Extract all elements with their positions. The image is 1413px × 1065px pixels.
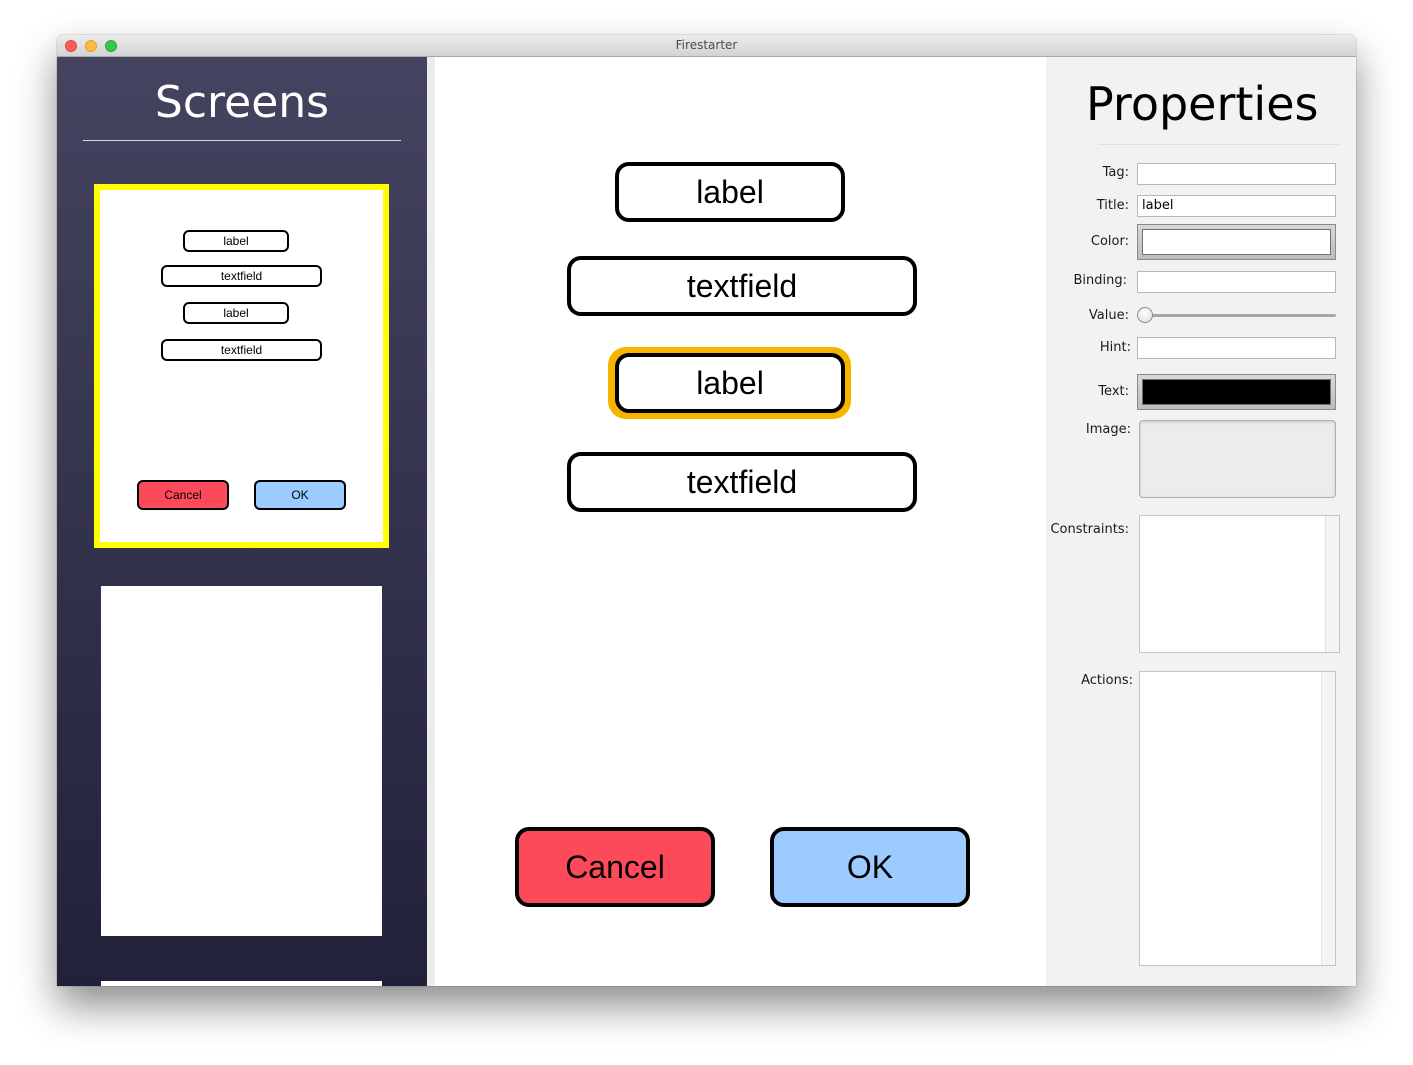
image-well[interactable]	[1139, 420, 1336, 498]
screen-thumbnail[interactable]	[101, 981, 382, 986]
screens-heading: Screens	[154, 77, 330, 128]
thumbnail-label-widget: label	[183, 230, 289, 252]
color-label: Color:	[1090, 234, 1129, 249]
value-slider-track[interactable]	[1139, 314, 1336, 317]
hint-field[interactable]	[1137, 337, 1336, 359]
design-canvas[interactable]: label textfield label textfield Cancel O…	[435, 57, 1046, 986]
screen-thumbnail[interactable]	[101, 586, 382, 936]
value-label: Value:	[1088, 308, 1129, 323]
canvas-label-widget[interactable]: label	[615, 162, 845, 222]
properties-panel: Properties Tag: Title: label Color: Bind…	[1046, 57, 1356, 986]
color-swatch	[1142, 229, 1331, 255]
thumbnail-ok-button: OK	[254, 480, 346, 510]
canvas-ok-button[interactable]: OK	[770, 827, 970, 907]
color-well[interactable]	[1137, 224, 1336, 260]
title-label: Title:	[1096, 198, 1129, 213]
canvas-label-widget-selected[interactable]: label	[615, 353, 845, 413]
text-color-well[interactable]	[1137, 374, 1336, 410]
actions-scrollbar[interactable]	[1321, 672, 1335, 965]
thumbnail-textfield-widget: textfield	[161, 339, 322, 361]
constraints-scrollbar[interactable]	[1325, 516, 1339, 652]
image-label: Image:	[1085, 422, 1131, 437]
tag-field[interactable]	[1137, 163, 1336, 185]
actions-label: Actions:	[1081, 673, 1133, 688]
text-color-label: Text:	[1098, 384, 1129, 399]
properties-heading: Properties	[1086, 77, 1319, 131]
thumbnail-label-widget: label	[183, 302, 289, 324]
tag-label: Tag:	[1102, 165, 1129, 180]
actions-list[interactable]	[1139, 671, 1336, 966]
binding-field[interactable]	[1137, 271, 1336, 293]
canvas-textfield-widget[interactable]: textfield	[567, 452, 917, 512]
split-view-divider[interactable]	[427, 57, 435, 986]
binding-label: Binding:	[1073, 273, 1127, 288]
title-bar: Firestarter	[57, 35, 1356, 57]
constraints-list[interactable]	[1139, 515, 1340, 653]
thumbnail-textfield-widget: textfield	[161, 265, 322, 287]
window-title: Firestarter	[675, 38, 738, 52]
screens-divider	[83, 140, 401, 141]
constraints-label: Constraints:	[1050, 522, 1129, 537]
title-field[interactable]: label	[1137, 195, 1336, 217]
properties-divider	[1098, 144, 1340, 145]
text-color-swatch	[1142, 379, 1331, 405]
screen-thumbnail-selected[interactable]: label textfield label textfield Cancel O…	[94, 184, 389, 548]
canvas-cancel-button[interactable]: Cancel	[515, 827, 715, 907]
value-slider-knob[interactable]	[1137, 307, 1153, 323]
thumbnail-cancel-button: Cancel	[137, 480, 229, 510]
canvas-textfield-widget[interactable]: textfield	[567, 256, 917, 316]
app-window: Firestarter Screens label textfield labe…	[57, 35, 1356, 986]
hint-label: Hint:	[1099, 340, 1131, 355]
screens-sidebar: Screens label textfield label textfield …	[57, 57, 427, 986]
